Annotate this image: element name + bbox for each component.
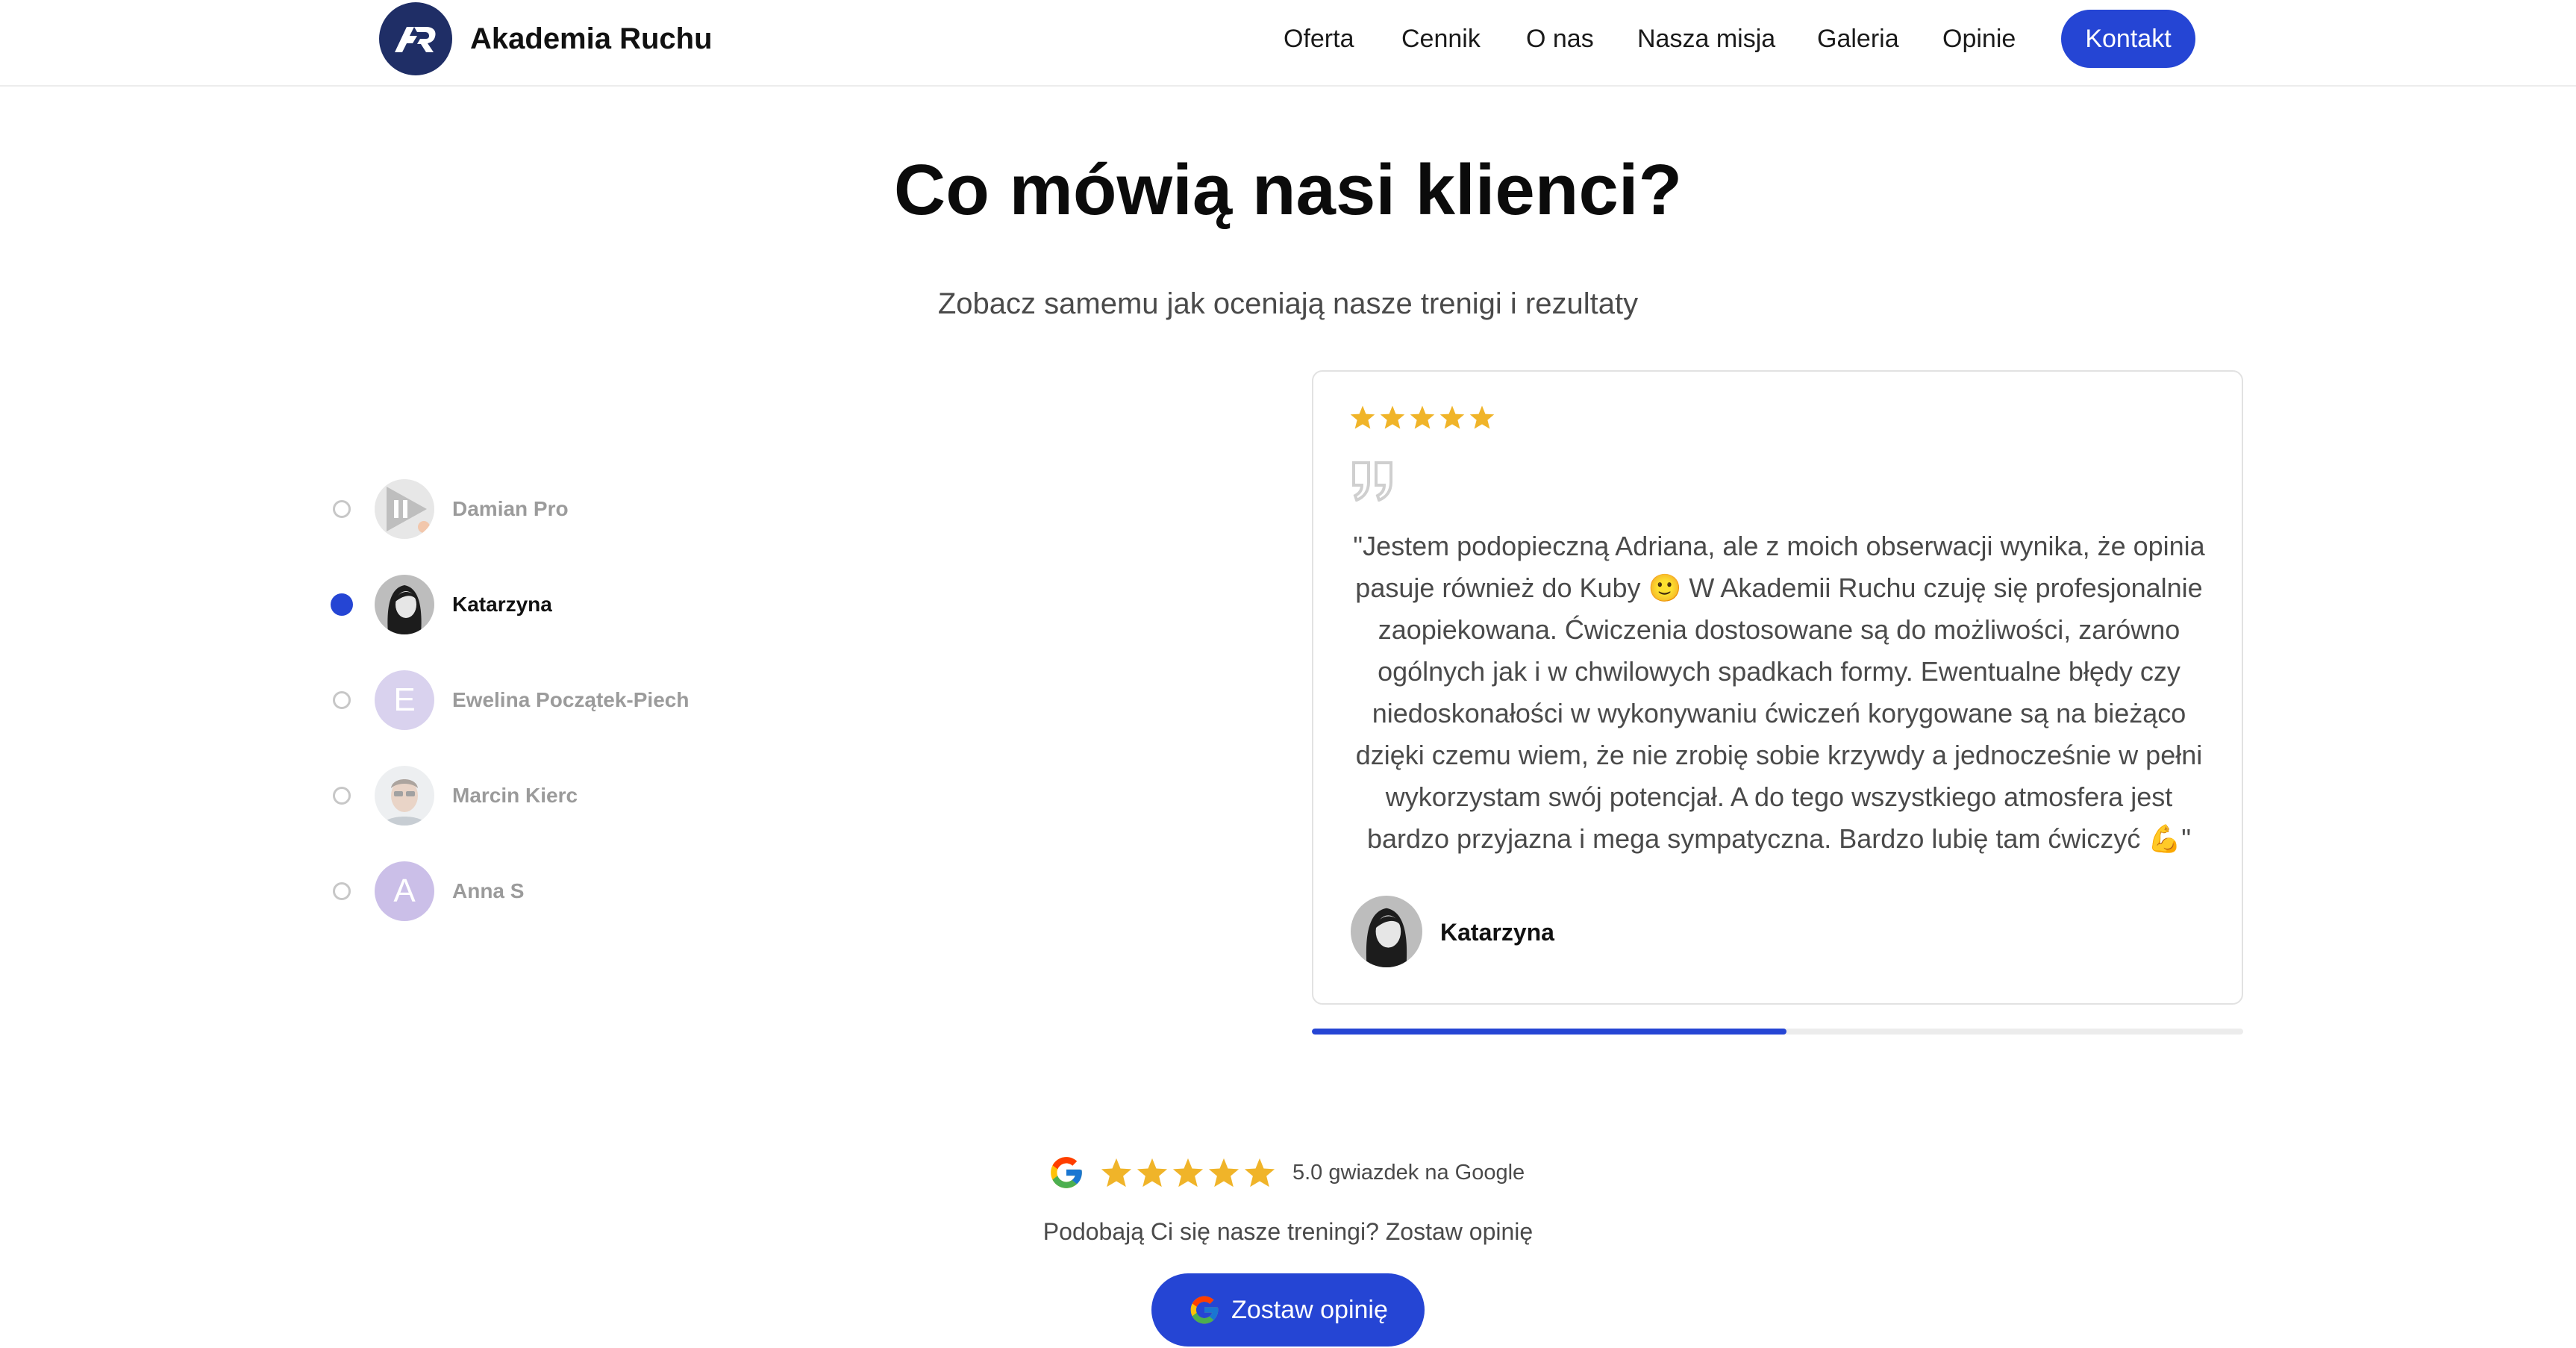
slider-progress-bar <box>1312 1029 2243 1035</box>
google-stars <box>1100 1157 1276 1188</box>
review-author: Katarzyna <box>1440 919 1554 946</box>
star-icon <box>1137 1158 1168 1188</box>
play-icon <box>375 479 434 539</box>
avatar <box>375 766 434 826</box>
google-icon <box>1190 1296 1219 1324</box>
leave-review-label: Zostaw opinię <box>1231 1295 1388 1324</box>
avatar-letter: E <box>375 670 434 730</box>
review-text: "Jestem podopieczną Adriana, ale z moich… <box>1353 531 2205 854</box>
reviewer-name: Anna S <box>452 879 525 902</box>
reviewer-item-katarzyna[interactable]: Katarzyna <box>328 573 851 636</box>
slider-progress-fill <box>1312 1029 1787 1035</box>
logo-icon[interactable] <box>379 2 452 75</box>
radio-indicator[interactable] <box>333 787 351 805</box>
star-icon <box>1439 405 1465 429</box>
google-rating-text: 5.0 gwiazdek na Google <box>1292 1160 1525 1185</box>
review-card: "Jestem podopieczną Adriana, ale z moich… <box>1312 370 2243 1005</box>
video-thumbnail-avatar <box>375 479 434 539</box>
kontakt-button[interactable]: Kontakt <box>2061 10 2195 68</box>
radio-indicator[interactable] <box>333 691 351 709</box>
leave-review-button[interactable]: Zostaw opinię <box>1151 1273 1425 1347</box>
google-review-prompt: Podobają Ci się nasze treningi? Zostaw o… <box>1042 1218 1534 1245</box>
section-subtitle: Zobacz samemu jak oceniają nasze trenigi… <box>937 287 1639 320</box>
reviewer-item-ewelina[interactable]: E Ewelina Początek-Piech <box>328 669 851 731</box>
brand-name[interactable]: Akademia Ruchu <box>470 22 713 55</box>
star-icon <box>1101 1158 1132 1188</box>
nav-oferta[interactable]: Oferta <box>1284 22 1354 55</box>
nav-nasza-misja[interactable]: Nasza misja <box>1637 22 1775 55</box>
reviewer-name: Marcin Kierc <box>452 784 578 807</box>
section-title: Co mówią nasi klienci? <box>893 150 1683 230</box>
star-icon <box>1469 405 1495 429</box>
radio-indicator[interactable] <box>333 882 351 900</box>
author-avatar <box>1351 896 1422 967</box>
star-icon <box>1380 405 1405 429</box>
google-rating: 5.0 gwiazdek na Google <box>1048 1152 1525 1193</box>
nav-o-nas[interactable]: O nas <box>1526 22 1594 55</box>
star-icon <box>1172 1158 1204 1188</box>
reviewer-item-marcin[interactable]: Marcin Kierc <box>328 764 851 827</box>
reviewer-name: Damian Pro <box>452 497 569 520</box>
reviewer-name: Ewelina Początek-Piech <box>452 688 690 711</box>
reviewer-item-anna[interactable]: A Anna S <box>328 860 851 923</box>
avatar-letter: A <box>375 861 434 921</box>
nav-galeria[interactable]: Galeria <box>1817 22 1899 55</box>
nav-cennik[interactable]: Cennik <box>1401 22 1481 55</box>
star-icon <box>1410 405 1435 429</box>
star-icon <box>1208 1158 1239 1188</box>
rating-stars <box>1349 405 1495 430</box>
nav-opinie[interactable]: Opinie <box>1942 22 2016 55</box>
radio-indicator[interactable] <box>333 500 351 518</box>
star-icon <box>1350 405 1375 429</box>
google-icon <box>1051 1157 1082 1188</box>
quote-icon <box>1352 461 1392 502</box>
reviewer-name: Katarzyna <box>452 593 552 616</box>
radio-indicator-active[interactable] <box>331 593 353 616</box>
avatar <box>375 575 434 634</box>
reviewer-item-damian[interactable]: Damian Pro <box>328 478 851 540</box>
star-icon <box>1244 1158 1275 1188</box>
site-header: Akademia Ruchu Oferta Cennik O nas Nasza… <box>0 0 2576 87</box>
